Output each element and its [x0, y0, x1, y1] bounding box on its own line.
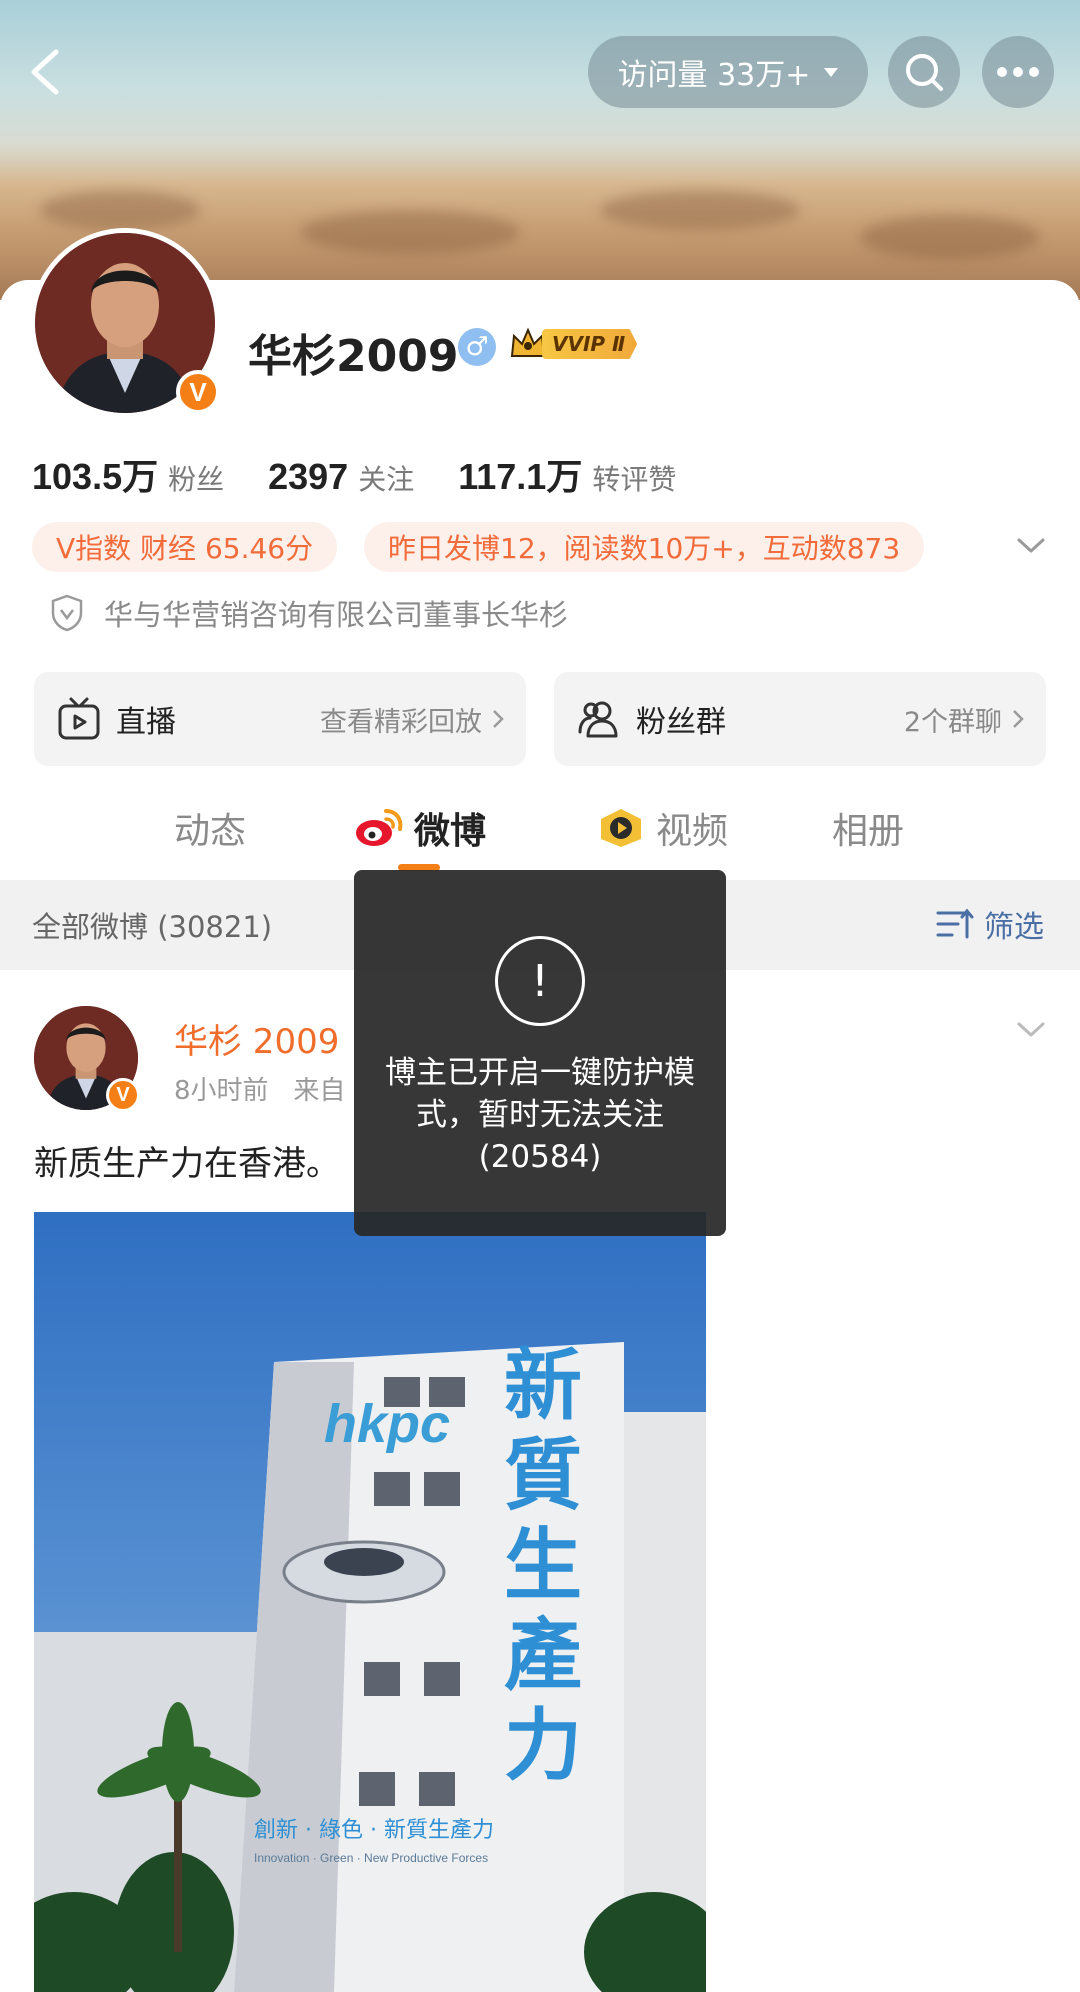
visits-button[interactable]: 访问量 33万+ [588, 36, 868, 108]
tab-video[interactable]: 视频 [596, 790, 728, 866]
post-verified-badge: V [106, 1078, 140, 1112]
fan-group-card[interactable]: 粉丝群 2个群聊 [554, 672, 1046, 766]
hkpc-logo: hkpc [324, 1394, 450, 1454]
tab-album-label: 相册 [832, 811, 905, 852]
more-icon [997, 67, 1039, 77]
profile-avatar[interactable]: V [30, 228, 220, 418]
chevron-left-icon [31, 49, 59, 95]
post-text: 新质生产力在香港。 [34, 1144, 340, 1184]
tab-feed-label: 动态 [174, 811, 247, 852]
verified-badge: V [176, 370, 220, 414]
vvip-label: VVIP Ⅱ [542, 329, 638, 359]
followers-label[interactable]: 粉丝 [168, 458, 224, 498]
profile-tabs: 动态 微博 视频 相册 [0, 790, 1080, 880]
hkpc-building-photo: hkpc 新 質 生 產 力 創新 · 綠色 · 新質生產力 Innovatio… [34, 1212, 706, 1992]
weibo-icon [356, 809, 403, 846]
filter-label: 筛选 [984, 910, 1044, 945]
male-icon: ♂ [458, 328, 496, 366]
live-card[interactable]: 直播 查看精彩回放 [34, 672, 526, 766]
search-button[interactable] [888, 36, 960, 108]
interactions-count: 117.1万 [458, 456, 583, 497]
post-menu-chevron-icon[interactable] [1016, 1020, 1046, 1040]
live-replay-link: 查看精彩回放 [320, 700, 504, 739]
tab-weibo[interactable]: 微博 [354, 790, 486, 866]
post-author-name[interactable]: 华杉 2009 [174, 1014, 339, 1063]
post-verified-badge-label: V [116, 1083, 130, 1106]
chevron-right-icon [1013, 710, 1024, 728]
following-count[interactable]: 2397 [268, 456, 348, 498]
post-source: 来自 [293, 1076, 346, 1106]
verified-badge-label: V [189, 376, 207, 407]
tab-feed[interactable]: 动态 [174, 790, 246, 866]
chevron-right-icon [493, 710, 504, 728]
fan-group-count-label: 2个群聊 [903, 706, 1002, 738]
fan-group-label: 粉丝群 [636, 705, 726, 740]
follow-blocked-toast: ! 博主已开启一键防护模式，暂时无法关注 (20584) [354, 870, 726, 1236]
interactions-label: 转评赞 [592, 463, 677, 496]
weibo-count: 全部微博 (30821) [32, 910, 273, 944]
banner-texture [860, 215, 1040, 259]
gender-symbol: ♂ [465, 332, 489, 362]
profile-stats: 103.5万 粉丝 2397 关注 117.1万 转评赞 [32, 448, 720, 500]
banner-texture [40, 190, 200, 230]
tv-icon [58, 697, 100, 740]
filter-button[interactable]: 筛选 [936, 902, 1044, 946]
toast-message: 博主已开启一键防护模式，暂时无法关注 [385, 1055, 695, 1133]
video-icon [601, 809, 641, 847]
sign-char: 力 [504, 1701, 582, 1791]
fan-group-count: 2个群聊 [904, 700, 1024, 739]
sign-slogan-en: Innovation · Green · New Productive Forc… [254, 1851, 488, 1865]
toast-error-code: (20584) [478, 1139, 602, 1175]
tab-album[interactable]: 相册 [832, 790, 904, 866]
banner-texture [600, 190, 800, 230]
filter-icon [936, 908, 974, 939]
shield-icon [51, 594, 83, 632]
more-button[interactable] [982, 36, 1054, 108]
v-index-chip[interactable]: V指数 财经 65.46分 [32, 522, 338, 572]
sign-slogan: 創新 · 綠色 · 新質生產力 [254, 1818, 494, 1843]
search-icon [906, 54, 943, 91]
live-label: 直播 [116, 705, 176, 740]
live-replay-label: 查看精彩回放 [320, 706, 482, 738]
sign-char: 新 [504, 1341, 582, 1431]
sign-char: 生 [504, 1521, 582, 1611]
sign-char: 質 [504, 1431, 582, 1521]
following-label[interactable]: 关注 [358, 458, 414, 498]
post-image[interactable]: hkpc 新 質 生 產 力 創新 · 綠色 · 新質生產力 Innovatio… [34, 1212, 706, 1992]
yesterday-stats-chip[interactable]: 昨日发博12，阅读数10万+，互动数873 [364, 522, 925, 572]
group-icon [578, 701, 618, 738]
sign-char: 產 [504, 1611, 582, 1701]
visits-label: 访问量 33万+ [617, 58, 811, 93]
post-time: 8小时前 [174, 1076, 269, 1106]
tab-weibo-label: 微博 [414, 811, 487, 852]
profile-username: 华杉2009 [248, 331, 459, 382]
verification-text: 华与华营销咨询有限公司董事长华杉 [104, 598, 569, 632]
post-meta: 8小时前 来自 [174, 1070, 345, 1107]
back-button[interactable] [24, 44, 68, 100]
tab-video-label: 视频 [656, 811, 729, 852]
banner-texture [300, 210, 520, 254]
expand-chevron-icon[interactable] [1016, 536, 1046, 556]
followers-count[interactable]: 103.5万 [32, 448, 158, 500]
caret-down-icon [824, 67, 839, 77]
verification-info: 华与华营销咨询有限公司董事长华杉 [50, 592, 568, 634]
vvip-badge[interactable]: VVIP Ⅱ [508, 324, 638, 364]
exclamation-icon: ! [495, 936, 585, 1026]
